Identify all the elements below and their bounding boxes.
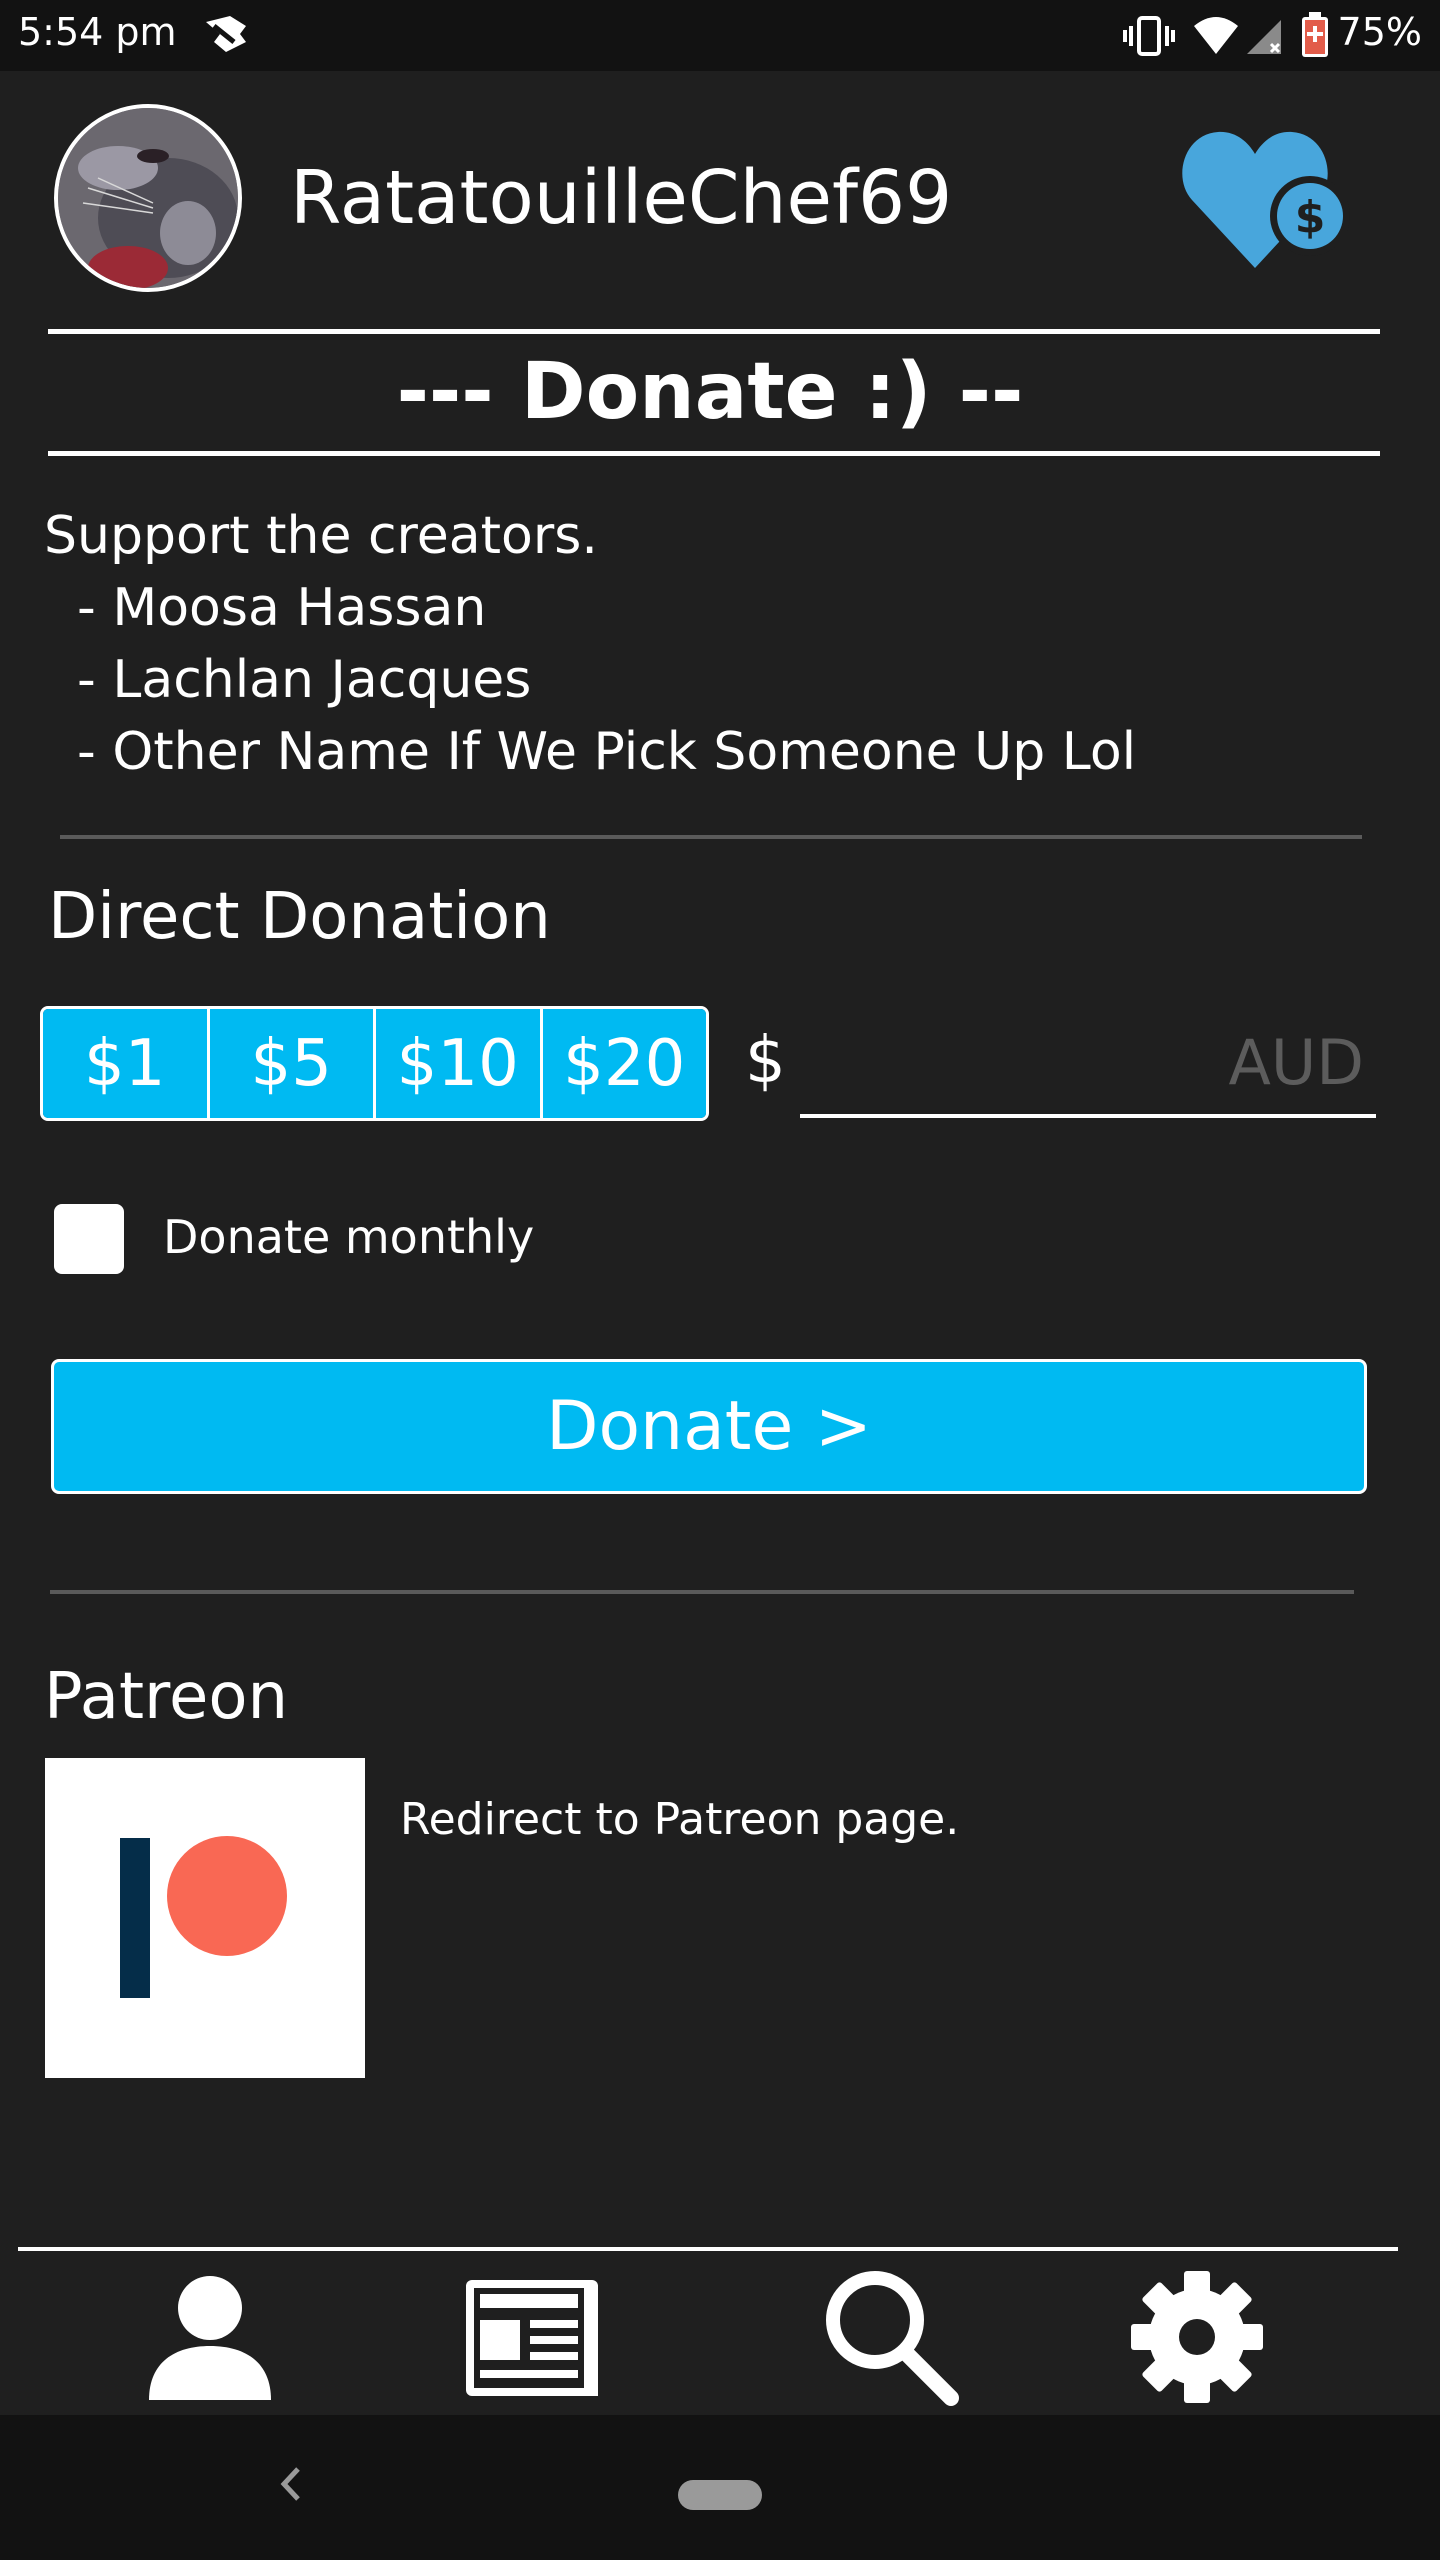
amount-20-button[interactable]: $20 [542, 1009, 706, 1118]
amount-10-button[interactable]: $10 [376, 1009, 543, 1118]
status-time: 5:54 pm [18, 10, 177, 54]
settings-icon[interactable] [1122, 2262, 1272, 2412]
donate-monthly-label: Donate monthly [163, 1210, 535, 1264]
title-divider-top [48, 329, 1380, 334]
vibrate-icon [1123, 14, 1175, 62]
creator-name: - Lachlan Jacques [44, 650, 532, 710]
home-pill[interactable] [678, 2480, 762, 2510]
signal-icon [1245, 16, 1285, 60]
avatar[interactable] [54, 104, 242, 292]
support-section: Support the creators. - Moosa Hassan - L… [44, 500, 1136, 788]
username: RatatouilleChef69 [290, 155, 953, 241]
support-intro: Support the creators. [44, 506, 598, 566]
section-divider [60, 835, 1362, 839]
back-chevron-icon[interactable] [276, 2459, 306, 2513]
status-bar: 5:54 pm 75% [0, 0, 1440, 71]
donate-monthly-checkbox[interactable] [54, 1204, 124, 1274]
custom-amount-input[interactable]: AUD [800, 1010, 1376, 1118]
donate-heart-icon[interactable]: $ [1180, 120, 1360, 284]
patreon-logo[interactable] [45, 1758, 365, 2078]
amount-5-button[interactable]: $5 [209, 1009, 376, 1118]
section-divider [50, 1590, 1354, 1594]
news-icon[interactable] [460, 2262, 610, 2412]
battery-percent: 75% [1337, 10, 1422, 54]
amount-1-button[interactable]: $1 [43, 1009, 210, 1118]
search-icon[interactable] [815, 2262, 965, 2412]
donate-button[interactable]: Donate > [51, 1359, 1367, 1494]
wifi-icon [1192, 14, 1240, 62]
svg-text:$: $ [1295, 192, 1326, 243]
bottom-nav-divider [18, 2247, 1398, 2251]
notification-icon [200, 12, 252, 62]
title-divider-bottom [48, 451, 1380, 456]
custom-amount-placeholder: AUD [1228, 1026, 1364, 1099]
battery-icon [1300, 12, 1330, 62]
creator-name: - Moosa Hassan [44, 578, 487, 638]
page-title: --- Donate :) -- [396, 347, 1024, 437]
creator-name: - Other Name If We Pick Someone Up Lol [44, 722, 1137, 782]
system-nav-bar [0, 2415, 1440, 2560]
patreon-description: Redirect to Patreon page. [400, 1794, 960, 1845]
profile-icon[interactable] [135, 2262, 285, 2412]
currency-symbol: $ [745, 1024, 786, 1098]
direct-donation-heading: Direct Donation [48, 880, 551, 954]
amount-button-group: $1 $5 $10 $20 [40, 1006, 709, 1121]
patreon-heading: Patreon [44, 1660, 289, 1734]
